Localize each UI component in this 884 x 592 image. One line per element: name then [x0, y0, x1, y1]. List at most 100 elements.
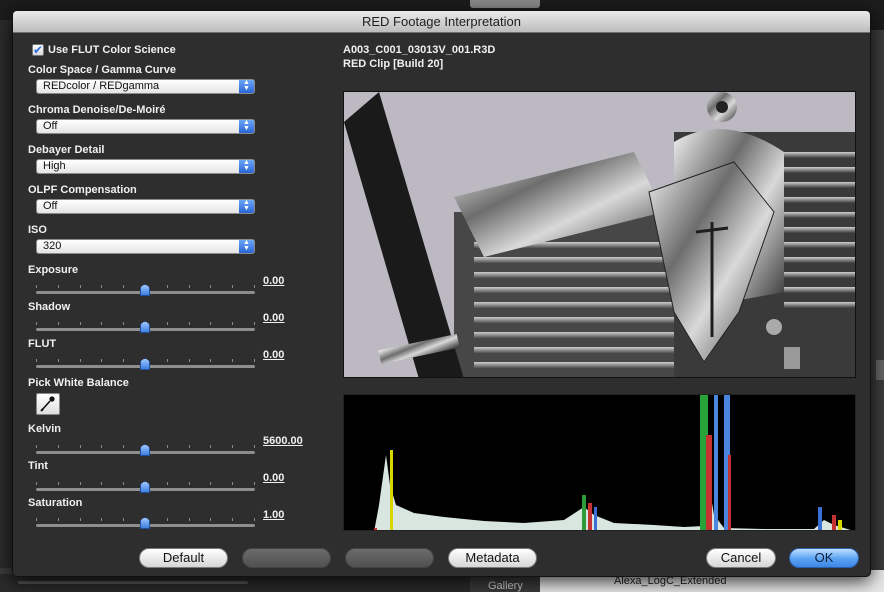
- slider-tick: [254, 359, 255, 362]
- slider-tick: [58, 359, 59, 362]
- slider-thumb[interactable]: [140, 321, 150, 333]
- kelvin-label: Kelvin: [28, 423, 62, 435]
- slider-tick: [189, 359, 190, 362]
- select-arrows-icon: ▲ ▼: [239, 79, 254, 93]
- saturation-value[interactable]: 1.00: [263, 509, 284, 521]
- slider-tick: [210, 482, 211, 485]
- chroma-denoise-select[interactable]: Off ▲ ▼: [36, 119, 255, 134]
- saturation-label: Saturation: [28, 497, 83, 509]
- iso-label: ISO: [28, 224, 47, 236]
- slider-tick: [232, 322, 233, 325]
- select-arrows-icon: ▲ ▼: [239, 119, 254, 133]
- slider-tick: [123, 445, 124, 448]
- select-arrows-icon: ▲ ▼: [239, 199, 254, 213]
- slider-tick: [58, 322, 59, 325]
- slider-tick: [36, 445, 37, 448]
- slider-tick: [210, 285, 211, 288]
- slider-tick: [123, 482, 124, 485]
- slider-tick: [254, 285, 255, 288]
- shadow-value[interactable]: 0.00: [263, 312, 284, 324]
- slider-tick: [101, 445, 102, 448]
- slider-tick: [80, 359, 81, 362]
- slider-tick: [101, 482, 102, 485]
- slider-tick: [232, 482, 233, 485]
- slider-tick: [254, 322, 255, 325]
- slider-thumb[interactable]: [140, 481, 150, 493]
- white-balance-button[interactable]: [36, 393, 60, 415]
- gallery-tab[interactable]: Gallery: [488, 580, 523, 592]
- slider-tick: [254, 518, 255, 521]
- clip-info: RED Clip [Build 20]: [343, 58, 444, 70]
- slider-tick: [232, 285, 233, 288]
- slider-tick: [254, 482, 255, 485]
- slider-thumb[interactable]: [140, 358, 150, 370]
- slider-tick: [58, 445, 59, 448]
- use-flut-checkbox[interactable]: ✔: [32, 44, 44, 56]
- kelvin-slider[interactable]: [36, 444, 255, 456]
- default-button[interactable]: Default: [139, 548, 228, 568]
- slider-tick: [232, 445, 233, 448]
- iso-select[interactable]: 320 ▲ ▼: [36, 239, 255, 254]
- slider-thumb[interactable]: [140, 444, 150, 456]
- select-arrows-icon: ▲ ▼: [239, 159, 254, 173]
- slider-tick: [80, 322, 81, 325]
- slider-tick: [167, 359, 168, 362]
- slider-tick: [167, 285, 168, 288]
- shadow-slider[interactable]: [36, 321, 255, 333]
- exposure-label: Exposure: [28, 264, 79, 276]
- tint-value[interactable]: 0.00: [263, 472, 284, 484]
- slider-tick: [210, 359, 211, 362]
- slider-tick: [123, 322, 124, 325]
- slider-tick: [167, 322, 168, 325]
- debayer-detail-label: Debayer Detail: [28, 144, 105, 156]
- red-footage-dialog: RED Footage Interpretation ✔ Use FLUT Co…: [12, 10, 871, 577]
- debayer-detail-value: High: [43, 160, 66, 172]
- disabled-button-2: [345, 548, 434, 568]
- slider-tick: [58, 482, 59, 485]
- kelvin-value[interactable]: 5600.00: [263, 435, 303, 447]
- use-flut-label: Use FLUT Color Science: [48, 44, 176, 56]
- white-balance-label: Pick White Balance: [28, 377, 129, 389]
- slider-tick: [189, 518, 190, 521]
- slider-tick: [167, 482, 168, 485]
- clip-name: A003_C001_03013V_001.R3D: [343, 44, 496, 56]
- slider-tick: [101, 518, 102, 521]
- flut-value[interactable]: 0.00: [263, 349, 284, 361]
- background-right-handle: [876, 360, 884, 380]
- background-right-panel: [870, 30, 884, 570]
- slider-tick: [189, 285, 190, 288]
- exposure-value[interactable]: 0.00: [263, 275, 284, 287]
- metadata-button[interactable]: Metadata: [448, 548, 537, 568]
- slider-thumb[interactable]: [140, 517, 150, 529]
- ok-button[interactable]: OK: [789, 548, 859, 568]
- slider-tick: [123, 518, 124, 521]
- slider-tick: [232, 518, 233, 521]
- color-space-select[interactable]: REDcolor / REDgamma ▲ ▼: [36, 79, 255, 94]
- slider-tick: [101, 285, 102, 288]
- cancel-button[interactable]: Cancel: [706, 548, 776, 568]
- histogram: [343, 394, 856, 531]
- slider-tick: [254, 445, 255, 448]
- olpf-select[interactable]: Off ▲ ▼: [36, 199, 255, 214]
- slider-tick: [80, 285, 81, 288]
- tint-slider[interactable]: [36, 481, 255, 493]
- slider-tick: [123, 359, 124, 362]
- slider-tick: [189, 445, 190, 448]
- saturation-slider[interactable]: [36, 517, 255, 529]
- olpf-label: OLPF Compensation: [28, 184, 137, 196]
- exposure-slider[interactable]: [36, 284, 255, 296]
- slider-tick: [80, 482, 81, 485]
- flut-slider[interactable]: [36, 358, 255, 370]
- background-slider[interactable]: [18, 581, 248, 584]
- select-arrows-icon: ▲ ▼: [239, 239, 254, 253]
- chroma-denoise-value: Off: [43, 120, 58, 132]
- slider-tick: [189, 482, 190, 485]
- olpf-value: Off: [43, 200, 58, 212]
- slider-tick: [210, 445, 211, 448]
- slider-tick: [167, 445, 168, 448]
- debayer-detail-select[interactable]: High ▲ ▼: [36, 159, 255, 174]
- slider-tick: [36, 285, 37, 288]
- slider-thumb[interactable]: [140, 284, 150, 296]
- slider-tick: [58, 285, 59, 288]
- slider-tick: [101, 359, 102, 362]
